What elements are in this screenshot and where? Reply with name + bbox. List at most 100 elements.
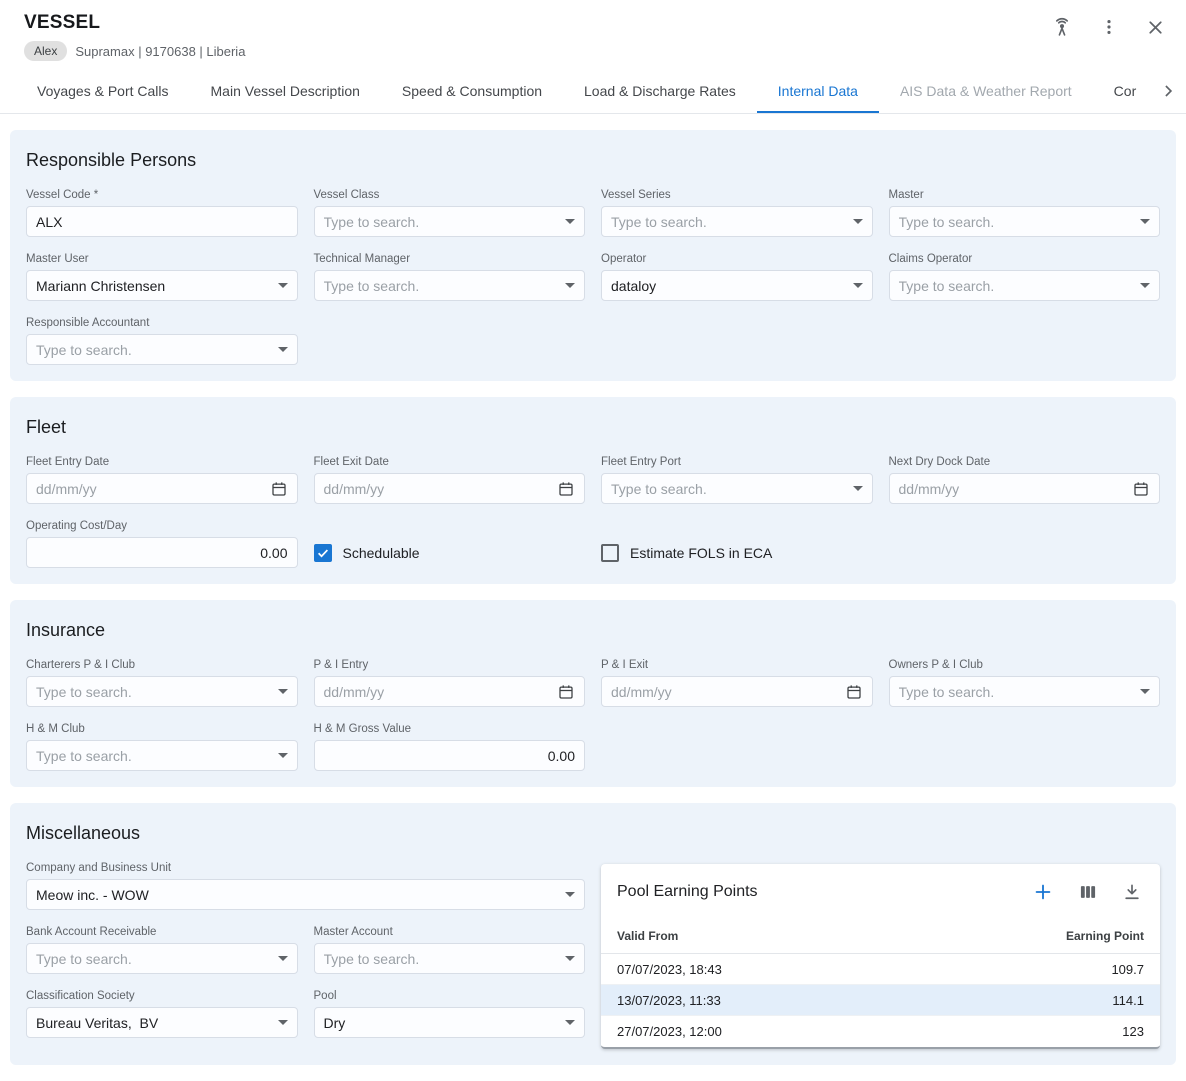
fleet-entry-date-input[interactable] [36, 481, 264, 497]
company-business-unit-select[interactable] [26, 879, 585, 910]
hm-club-select[interactable] [26, 740, 298, 771]
add-row-icon[interactable] [1030, 879, 1056, 905]
bank-account-receivable-select[interactable] [26, 943, 298, 974]
claims-operator-select[interactable] [889, 270, 1161, 301]
master-select[interactable] [889, 206, 1161, 237]
close-icon[interactable] [1143, 15, 1168, 40]
field-label: Classification Society [26, 990, 298, 1002]
schedulable-checkbox[interactable]: Schedulable [314, 537, 586, 568]
tab-internal-data[interactable]: Internal Data [757, 69, 879, 113]
master-user-select[interactable] [26, 270, 298, 301]
owners-pi-club-input[interactable] [899, 684, 1135, 700]
master-account-select[interactable] [314, 943, 586, 974]
hm-gross-value-input-wrap[interactable] [314, 740, 586, 771]
fleet-exit-date-input[interactable] [324, 481, 552, 497]
table-row[interactable]: 07/07/2023, 18:43 109.7 [601, 954, 1160, 985]
operator-input[interactable] [611, 278, 847, 294]
vessel-series-input[interactable] [611, 214, 847, 230]
section-miscellaneous: Miscellaneous Company and Business Unit … [10, 803, 1176, 1065]
operating-cost-day-input[interactable] [36, 545, 288, 561]
operating-cost-day-input-wrap[interactable] [26, 537, 298, 568]
field-classification-society: Classification Society [26, 990, 298, 1038]
claims-operator-input[interactable] [899, 278, 1135, 294]
checkbox-checked-icon[interactable] [314, 544, 332, 562]
earning-point-cell: 109.7 [1111, 962, 1144, 977]
columns-icon[interactable] [1076, 880, 1100, 904]
pi-entry-input[interactable] [324, 684, 552, 700]
charterers-pi-club-select[interactable] [26, 676, 298, 707]
card-title: Pool Earning Points [617, 883, 1030, 901]
calendar-icon[interactable] [1132, 480, 1150, 498]
fleet-entry-port-select[interactable] [601, 473, 873, 504]
field-vessel-class: Vessel Class [314, 189, 586, 237]
vessel-class-select[interactable] [314, 206, 586, 237]
vessel-class-input[interactable] [324, 214, 560, 230]
table-row[interactable]: 13/07/2023, 11:33 114.1 [601, 985, 1160, 1016]
fleet-entry-date-input-wrap[interactable] [26, 473, 298, 504]
field-label: Operating Cost/Day [26, 520, 298, 532]
owners-pi-club-select[interactable] [889, 676, 1161, 707]
chevron-down-icon [565, 892, 575, 897]
chevron-down-icon [1140, 283, 1150, 288]
field-hm-gross-value: H & M Gross Value [314, 723, 586, 771]
fleet-entry-port-input[interactable] [611, 481, 847, 497]
field-label: P & I Exit [601, 659, 873, 671]
chevron-right-icon[interactable] [1156, 79, 1180, 103]
bank-account-receivable-input[interactable] [36, 951, 272, 967]
classification-society-select[interactable] [26, 1007, 298, 1038]
next-dry-dock-date-input[interactable] [899, 481, 1127, 497]
field-label: Vessel Code * [26, 189, 298, 201]
tab-correspondence-clipped[interactable]: Cor [1093, 69, 1143, 113]
pi-exit-input-wrap[interactable] [601, 676, 873, 707]
more-vert-icon[interactable] [1097, 15, 1121, 39]
tab-ais-data-weather-report[interactable]: AIS Data & Weather Report [879, 69, 1093, 113]
hm-club-input[interactable] [36, 748, 272, 764]
page-title: VESSEL [24, 12, 1162, 34]
chevron-down-icon [1140, 219, 1150, 224]
master-user-input[interactable] [36, 278, 272, 294]
fleet-exit-date-input-wrap[interactable] [314, 473, 586, 504]
table-row[interactable]: 27/07/2023, 12:00 123 [601, 1016, 1160, 1047]
antenna-icon[interactable] [1049, 14, 1075, 40]
field-label: H & M Gross Value [314, 723, 586, 735]
responsible-accountant-select[interactable] [26, 334, 298, 365]
tab-speed-consumption[interactable]: Speed & Consumption [381, 69, 563, 113]
pi-entry-input-wrap[interactable] [314, 676, 586, 707]
pi-exit-input[interactable] [611, 684, 839, 700]
pool-select[interactable] [314, 1007, 586, 1038]
classification-society-input[interactable] [36, 1015, 272, 1031]
tab-main-vessel-description[interactable]: Main Vessel Description [190, 69, 381, 113]
pool-input[interactable] [324, 1015, 560, 1031]
operator-select[interactable] [601, 270, 873, 301]
section-title: Insurance [26, 620, 1160, 641]
field-pool: Pool [314, 990, 586, 1038]
charterers-pi-club-input[interactable] [36, 684, 272, 700]
calendar-icon[interactable] [270, 480, 288, 498]
download-icon[interactable] [1120, 880, 1144, 904]
next-dry-dock-date-input-wrap[interactable] [889, 473, 1161, 504]
valid-from-cell: 13/07/2023, 11:33 [617, 993, 721, 1008]
vessel-series-select[interactable] [601, 206, 873, 237]
estimate-fols-checkbox[interactable]: Estimate FOLS in ECA [601, 537, 873, 568]
vessel-code-input[interactable] [36, 214, 288, 230]
table-header: Valid From Earning Point [601, 918, 1160, 954]
section-title: Responsible Persons [26, 150, 1160, 171]
calendar-icon[interactable] [845, 683, 863, 701]
technical-manager-select[interactable] [314, 270, 586, 301]
field-fleet-entry-port: Fleet Entry Port [601, 456, 873, 504]
hm-gross-value-input[interactable] [324, 748, 576, 764]
master-input[interactable] [899, 214, 1135, 230]
tab-voyages-port-calls[interactable]: Voyages & Port Calls [16, 69, 190, 113]
company-business-unit-input[interactable] [36, 887, 559, 903]
field-hm-club: H & M Club [26, 723, 298, 771]
field-charterers-pi-club: Charterers P & I Club [26, 659, 298, 707]
calendar-icon[interactable] [557, 683, 575, 701]
tab-load-discharge-rates[interactable]: Load & Discharge Rates [563, 69, 757, 113]
checkbox-unchecked-icon[interactable] [601, 544, 619, 562]
window-header: VESSEL Alex Supramax | 9170638 | Liberia [0, 0, 1186, 69]
vessel-code-input-wrap[interactable] [26, 206, 298, 237]
master-account-input[interactable] [324, 951, 560, 967]
responsible-accountant-input[interactable] [36, 342, 272, 358]
technical-manager-input[interactable] [324, 278, 560, 294]
calendar-icon[interactable] [557, 480, 575, 498]
